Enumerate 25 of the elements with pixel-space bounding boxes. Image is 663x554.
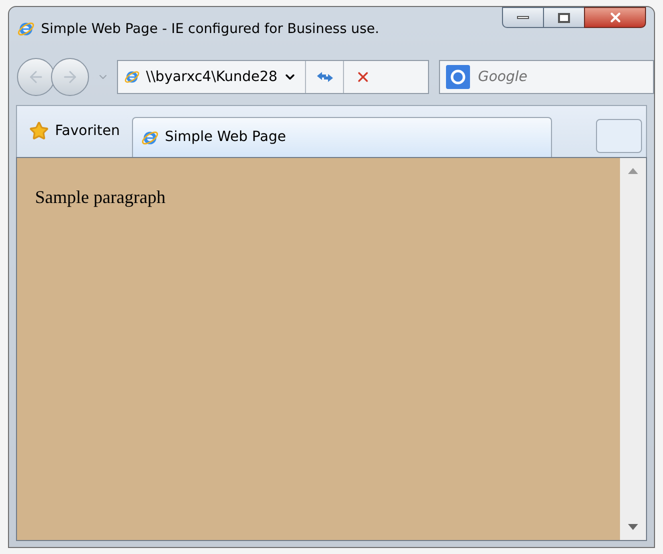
window-title: Simple Web Page - IE configured for Business use. [41, 20, 380, 39]
browser-logo-icon [140, 128, 159, 146]
search-box[interactable]: Google [439, 60, 654, 94]
favorites-button[interactable]: Favoriten [17, 109, 132, 153]
minimize-button[interactable] [502, 7, 544, 28]
sample-paragraph: Sample paragraph [35, 186, 166, 209]
address-text: \\byarxc4\Kunde28 [146, 68, 278, 86]
browser-logo-icon [17, 20, 35, 38]
scroll-down-arrow-icon[interactable] [628, 524, 638, 530]
address-bar[interactable]: \\byarxc4\Kunde28 [117, 60, 429, 94]
forward-button[interactable] [51, 58, 89, 96]
maximize-button[interactable] [544, 7, 584, 28]
search-field[interactable]: Google [478, 66, 598, 88]
close-button[interactable] [584, 7, 646, 28]
search-provider-icon [446, 65, 470, 89]
scroll-up-arrow-icon[interactable] [628, 168, 638, 174]
refresh-arrows-icon [316, 71, 334, 83]
browser-tab[interactable]: Simple Web Page [132, 117, 552, 157]
back-button[interactable] [17, 58, 55, 96]
favorites-star-icon [29, 121, 49, 141]
browser-logo-icon [124, 69, 140, 85]
forward-arrow-icon [61, 68, 79, 86]
close-icon [608, 10, 622, 25]
minimize-icon [517, 16, 529, 19]
maximize-icon [558, 12, 570, 22]
